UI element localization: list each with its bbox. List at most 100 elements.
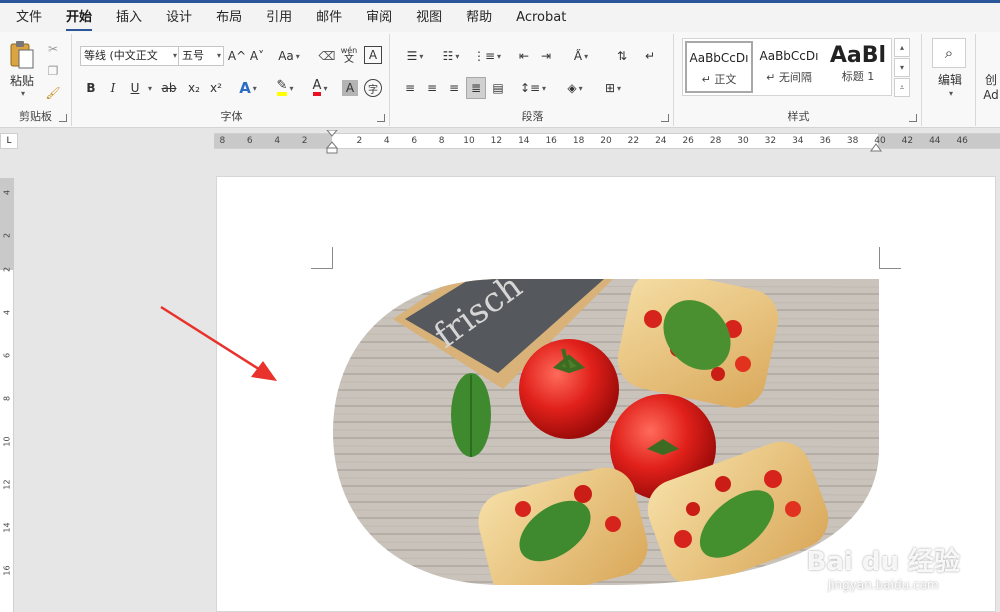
superscript-button[interactable]: x² xyxy=(206,78,226,98)
ruler-tick: 10 xyxy=(463,136,475,146)
ruler-tick: 38 xyxy=(846,136,859,146)
dialog-launcher-icon[interactable] xyxy=(909,114,917,122)
ruler-tick: 12 xyxy=(490,136,503,146)
gallery-more-icon[interactable]: ⩡ xyxy=(894,78,910,97)
change-case-button[interactable]: Aa ▾ xyxy=(274,46,304,66)
ruler-tick: 30 xyxy=(737,136,749,146)
ruler-tick: 2 xyxy=(2,232,12,239)
text-effects-button[interactable]: A ▾ xyxy=(234,78,262,98)
underline-dropdown-icon[interactable]: ▾ xyxy=(144,78,154,98)
styles-gallery: AaBbCcDı ↵ 正文 AaBbCcDı ↵ 无间隔 AaBl 标题 1 xyxy=(682,38,892,96)
indent-marker-icon[interactable] xyxy=(326,130,338,154)
create-pdf-label-2[interactable]: Ad xyxy=(982,86,1000,104)
align-center-icon[interactable]: ≡ xyxy=(422,78,442,98)
numbering-button[interactable]: ☷ ▾ xyxy=(436,46,466,66)
ruler-tick: 6 xyxy=(246,136,253,146)
editing-group: ⌕ 编辑 ▾ xyxy=(924,34,976,126)
tab-0[interactable]: 文件 xyxy=(4,5,54,31)
ruler-tick: 20 xyxy=(600,136,612,146)
paste-icon xyxy=(10,41,34,69)
ruler-tick: 16 xyxy=(545,136,557,146)
dialog-launcher-icon[interactable] xyxy=(377,114,385,122)
multilevel-list-button[interactable]: ⋮≡ ▾ xyxy=(472,46,502,66)
chevron-down-icon: ▾ xyxy=(948,88,953,98)
bullet-list-icon: ☰ xyxy=(406,49,418,63)
dialog-launcher-icon[interactable] xyxy=(59,114,67,122)
copy-icon[interactable]: ❐ xyxy=(44,62,62,80)
font-size-select[interactable]: 五号 ▾ xyxy=(178,46,224,66)
sort-icon[interactable]: ⇅ xyxy=(612,46,632,66)
ribbon-tab-bar: 文件 开始 插入 设计 布局 引用 邮件 审阅 视图 帮助 Acrobat xyxy=(0,0,1000,32)
ruler-tick: 40 xyxy=(874,136,886,146)
tab-2[interactable]: 插入 xyxy=(104,5,154,31)
paragraph-group: ☰ ▾ ☷ ▾ ⋮≡ ▾ ⇤ ⇥ A̋ ▾ ⇅ ↵ ≡ ≡ ≡ ≣ ▤ ↕≡ ▾ ◈ ▾ ⊞… xyxy=(392,34,674,126)
tab-6[interactable]: 邮件 xyxy=(304,5,354,31)
format-painter-icon[interactable]: 🖌 xyxy=(44,84,62,102)
gallery-scroll-up-icon[interactable]: ▴ xyxy=(894,38,910,57)
grow-font-button[interactable]: A^ xyxy=(228,46,246,66)
borders-button[interactable]: ⊞ ▾ xyxy=(598,78,628,98)
clear-formatting-icon[interactable]: ⌫ xyxy=(318,46,336,66)
show-marks-icon[interactable]: ↵ xyxy=(640,46,660,66)
ribbon: 粘贴 ▾ ✂ ❐ 🖌 剪贴板 等线 (中文正文 ▾ 五号 ▾ A^ A˅ Aa ▾ ⌫… xyxy=(0,32,1000,128)
font-size-value: 五号 xyxy=(182,49,204,62)
asian-layout-button[interactable]: A̋ ▾ xyxy=(566,46,596,66)
justify-icon[interactable]: ≣ xyxy=(466,77,486,99)
horizontal-ruler: 8 6 4 2 2 4 6 8 10 12 14 16 18 20 22 24 26 28 30 32 34 36 38 40… xyxy=(214,130,1000,154)
enclose-character-button[interactable]: 字 xyxy=(364,79,382,97)
style-no-spacing[interactable]: AaBbCcDı ↵ 无间隔 xyxy=(755,41,823,93)
red-arrow-annotation xyxy=(160,305,277,381)
tab-selector-button[interactable]: L xyxy=(0,133,18,149)
ruler-tick: 14 xyxy=(518,136,530,146)
tab-9[interactable]: 帮助 xyxy=(454,5,504,31)
cut-icon[interactable]: ✂ xyxy=(44,40,62,58)
chevron-down-icon: ▾ xyxy=(20,89,25,98)
styles-group-label: 样式 xyxy=(787,110,810,123)
ruler-tick: 8 xyxy=(219,136,226,146)
dialog-launcher-icon[interactable] xyxy=(661,114,669,122)
font-name-select[interactable]: 等线 (中文正文 ▾ xyxy=(80,46,180,66)
character-shading-button[interactable]: A xyxy=(342,80,358,96)
bold-button[interactable]: B xyxy=(82,78,100,98)
highlighter-icon: ✎ xyxy=(276,79,288,96)
line-spacing-icon: ↕≡ xyxy=(519,81,541,95)
style-sample: AaBbCcDı xyxy=(759,49,819,63)
ruler-tick: 28 xyxy=(709,136,722,146)
underline-button[interactable]: U xyxy=(126,78,144,98)
clipboard-group: 粘贴 ▾ ✂ ❐ 🖌 剪贴板 xyxy=(0,34,72,126)
paragraph-group-label: 段落 xyxy=(521,110,544,123)
align-right-icon[interactable]: ≡ xyxy=(444,78,464,98)
italic-button[interactable]: I xyxy=(104,78,122,98)
tab-10[interactable]: Acrobat xyxy=(504,5,578,31)
tab-8[interactable]: 视图 xyxy=(404,5,454,31)
search-icon[interactable]: ⌕ xyxy=(932,38,966,68)
highlight-button[interactable]: ✎ ▾ xyxy=(270,78,300,98)
ruler-tick: 46 xyxy=(956,136,968,146)
increase-indent-icon[interactable]: ⇥ xyxy=(536,46,556,66)
asian-layout-icon: A̋ xyxy=(573,49,583,63)
character-border-button[interactable]: A xyxy=(364,46,382,64)
style-normal[interactable]: AaBbCcDı ↵ 正文 xyxy=(685,41,753,93)
subscript-button[interactable]: x₂ xyxy=(184,78,204,98)
cropped-food-photo[interactable]: frisch xyxy=(333,279,881,585)
distributed-icon[interactable]: ▤ xyxy=(488,78,508,98)
numbered-list-icon: ☷ xyxy=(442,49,454,63)
gallery-scroll-down-icon[interactable]: ▾ xyxy=(894,58,910,77)
decrease-indent-icon[interactable]: ⇤ xyxy=(514,46,534,66)
shading-button[interactable]: ◈ ▾ xyxy=(560,78,590,98)
bullets-button[interactable]: ☰ ▾ xyxy=(400,46,430,66)
phonetic-guide-button[interactable]: wén 文 xyxy=(340,42,358,68)
tab-4[interactable]: 布局 xyxy=(204,5,254,31)
tab-5[interactable]: 引用 xyxy=(254,5,304,31)
shrink-font-button[interactable]: A˅ xyxy=(248,46,266,66)
ruler-tick: 34 xyxy=(792,136,804,146)
tab-7[interactable]: 审阅 xyxy=(354,5,404,31)
paste-button[interactable]: 粘贴 ▾ xyxy=(4,38,40,100)
align-left-icon[interactable]: ≡ xyxy=(400,78,420,98)
line-spacing-button[interactable]: ↕≡ ▾ xyxy=(518,78,548,98)
tab-1[interactable]: 开始 xyxy=(54,5,104,31)
style-heading-1[interactable]: AaBl 标题 1 xyxy=(825,41,891,93)
strikethrough-button[interactable]: ab xyxy=(158,78,180,98)
font-color-button[interactable]: A ▾ xyxy=(306,78,334,98)
tab-3[interactable]: 设计 xyxy=(154,5,204,31)
